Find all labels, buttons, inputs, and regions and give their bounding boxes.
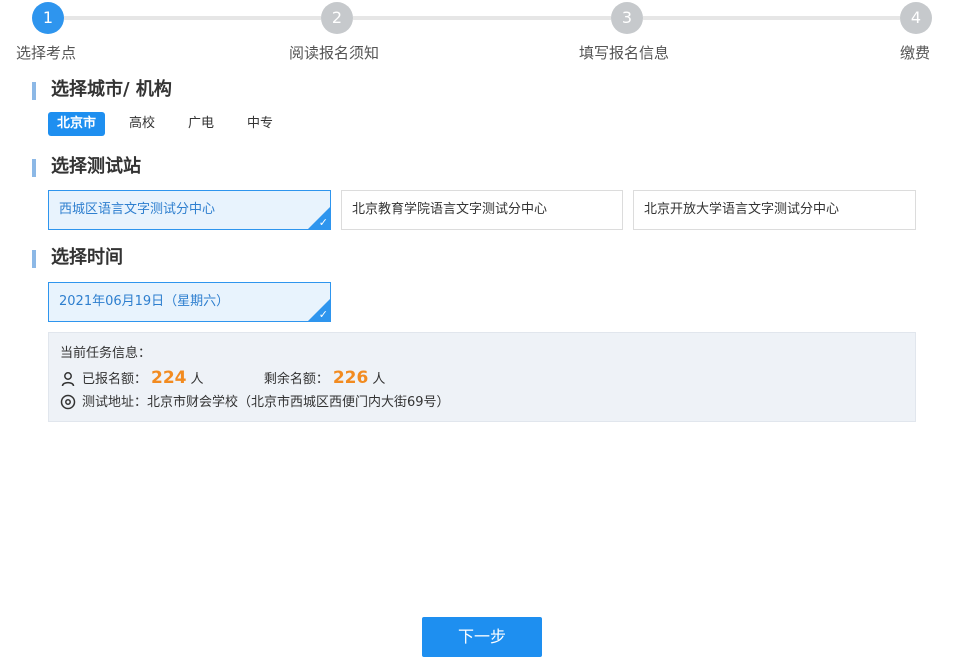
address-value: 北京市财会学校（北京市西城区西便门内大街69号） (147, 395, 450, 410)
remaining-unit: 人 (372, 372, 386, 387)
step-4-label: 缴费 (900, 44, 931, 62)
address-label: 测试地址： (82, 395, 148, 410)
step-1-label: 选择考点 (16, 44, 77, 62)
city-tab-vocational[interactable]: 中专 (238, 112, 282, 136)
check-icon: ✓ (318, 308, 328, 321)
section-title-station: 选择测试站 (32, 156, 141, 177)
station-option-label: 北京教育学院语言文字测试分中心 (352, 202, 548, 217)
station-option-xicheng[interactable]: 西城区语言文字测试分中心 ✓ (48, 190, 331, 230)
time-option-0619[interactable]: 2021年06月19日（星期六） ✓ (48, 282, 331, 322)
step-1-indicator: 1 (32, 2, 64, 34)
section-title-time: 选择时间 (32, 247, 123, 268)
user-icon (60, 371, 76, 387)
step-connector (643, 16, 900, 20)
registered-count: 224 (151, 368, 187, 388)
station-option-label: 西城区语言文字测试分中心 (59, 202, 216, 217)
step-connector (353, 16, 611, 20)
task-info-panel: 当前任务信息： 已报名额： 224 人 剩余名额： 226 人 测试地址：北京市财会学校… (48, 332, 916, 422)
station-option-open-university[interactable]: 北京开放大学语言文字测试分中心 (633, 190, 916, 230)
time-option-label: 2021年06月19日（星期六） (59, 294, 230, 309)
section-title-station-text: 选择测试站 (51, 156, 141, 177)
section-title-city: 选择城市/ 机构 (32, 79, 172, 100)
next-step-button[interactable]: 下一步 (422, 617, 542, 657)
step-3-label: 填写报名信息 (579, 44, 670, 62)
registered-label: 已报名额： (82, 372, 148, 387)
step-2-indicator: 2 (321, 2, 353, 34)
remaining-count: 226 (332, 368, 369, 388)
task-info-heading: 当前任务信息： (60, 346, 152, 361)
location-pin-icon (60, 394, 76, 410)
section-title-city-text: 选择城市/ 机构 (51, 79, 172, 100)
step-connector (64, 16, 321, 20)
step-4-indicator: 4 (900, 2, 932, 34)
station-option-label: 北京开放大学语言文字测试分中心 (644, 202, 840, 217)
progress-stepper: 1 2 3 4 选择考点 阅读报名须知 填写报名信息 缴费 (0, 0, 967, 70)
city-tab-beijing[interactable]: 北京市 (48, 112, 106, 136)
city-tab-university[interactable]: 高校 (120, 112, 164, 136)
city-tab-broadcast[interactable]: 广电 (179, 112, 223, 136)
remaining-label: 剩余名额： (263, 372, 329, 387)
station-option-education-institute[interactable]: 北京教育学院语言文字测试分中心 (341, 190, 623, 230)
section-title-time-text: 选择时间 (51, 247, 123, 268)
step-2-label: 阅读报名须知 (289, 44, 380, 62)
step-3-indicator: 3 (611, 2, 643, 34)
address-row: 测试地址：北京市财会学校（北京市西城区西便门内大街69号） (60, 393, 450, 413)
quota-row: 已报名额： 224 人 剩余名额： 226 人 (60, 368, 385, 388)
check-icon: ✓ (318, 216, 328, 229)
registered-unit: 人 (190, 372, 204, 387)
